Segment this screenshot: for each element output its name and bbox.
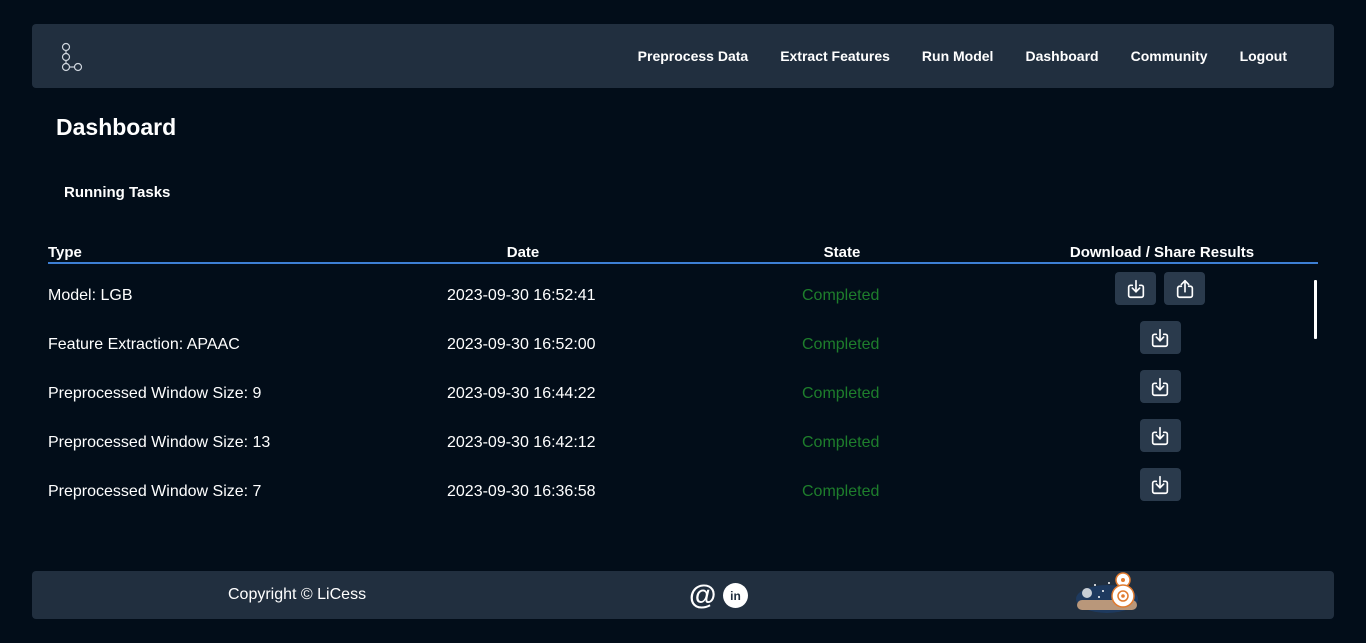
download-button[interactable] <box>1139 370 1181 403</box>
cell-date: 2023-09-30 16:36:58 <box>447 483 596 500</box>
tasks-table: Type Date State Download / Share Results… <box>48 240 1318 517</box>
download-icon <box>1151 426 1169 445</box>
cell-type: Preprocessed Window Size: 9 <box>48 385 262 402</box>
cell-type: Feature Extraction: APAAC <box>48 336 240 353</box>
header-state: State <box>823 244 861 261</box>
table-row: Preprocessed Window Size: 13 2023-09-30 1… <box>48 419 1318 468</box>
robot-mascot-icon <box>1076 572 1138 613</box>
download-button[interactable] <box>1139 321 1181 354</box>
share-button[interactable] <box>1164 272 1205 305</box>
email-icon[interactable]: @ <box>689 581 717 609</box>
nav-links: Preprocess Data Extract Features Run Mod… <box>638 24 1287 88</box>
cell-date: 2023-09-30 16:52:00 <box>447 336 596 353</box>
nav-run-model[interactable]: Run Model <box>922 48 994 64</box>
cell-actions <box>1115 272 1205 305</box>
download-icon <box>1127 279 1144 298</box>
download-icon <box>1151 475 1169 494</box>
navbar: Preprocess Data Extract Features Run Mod… <box>32 24 1334 88</box>
cell-date: 2023-09-30 16:52:41 <box>447 287 596 304</box>
cell-type: Preprocessed Window Size: 7 <box>48 483 262 500</box>
header-download-share: Download / Share Results <box>1069 244 1255 261</box>
share-icon <box>1176 279 1193 298</box>
cell-state: Completed <box>802 336 880 353</box>
cell-state: Completed <box>802 483 880 500</box>
download-button[interactable] <box>1139 419 1181 452</box>
table-row: Preprocessed Window Size: 9 2023-09-30 16… <box>48 370 1318 419</box>
cell-date: 2023-09-30 16:44:22 <box>447 385 596 402</box>
table-row: Preprocessed Window Size: 7 2023-09-30 16… <box>48 468 1318 517</box>
cell-type: Preprocessed Window Size: 13 <box>48 434 271 451</box>
section-title: Running Tasks <box>64 184 171 201</box>
cell-actions <box>1115 321 1205 354</box>
cell-actions <box>1115 468 1205 501</box>
table-body: Model: LGB 2023-09-30 16:52:41 Completed Fe… <box>48 272 1318 517</box>
scrollbar[interactable] <box>1314 280 1317 339</box>
copyright-text: Copyright © LiCess <box>228 586 367 603</box>
table-header: Type Date State Download / Share Results <box>48 240 1318 264</box>
cell-date: 2023-09-30 16:42:12 <box>447 434 596 451</box>
graph-nodes-logo-icon[interactable] <box>60 42 86 72</box>
cell-actions <box>1115 419 1205 452</box>
footer: Copyright © LiCess @ in <box>32 571 1334 619</box>
download-button[interactable] <box>1139 468 1181 501</box>
header-type: Type <box>48 244 82 261</box>
nav-community[interactable]: Community <box>1131 48 1208 64</box>
nav-logout[interactable]: Logout <box>1240 48 1287 64</box>
cell-actions <box>1115 370 1205 403</box>
linkedin-icon[interactable]: in <box>723 583 748 608</box>
table-row: Feature Extraction: APAAC 2023-09-30 16:5… <box>48 321 1318 370</box>
linkedin-icon-label: in <box>730 588 741 603</box>
download-icon <box>1151 377 1169 396</box>
cell-state: Completed <box>802 287 880 304</box>
nav-extract-features[interactable]: Extract Features <box>780 48 890 64</box>
header-date: Date <box>506 244 540 261</box>
nav-dashboard[interactable]: Dashboard <box>1025 48 1098 64</box>
download-button[interactable] <box>1115 272 1156 305</box>
download-icon <box>1151 328 1169 347</box>
page-title: Dashboard <box>56 114 177 140</box>
cell-state: Completed <box>802 434 880 451</box>
table-row: Model: LGB 2023-09-30 16:52:41 Completed <box>48 272 1318 321</box>
cell-state: Completed <box>802 385 880 402</box>
nav-preprocess-data[interactable]: Preprocess Data <box>638 48 749 64</box>
cell-type: Model: LGB <box>48 287 133 304</box>
